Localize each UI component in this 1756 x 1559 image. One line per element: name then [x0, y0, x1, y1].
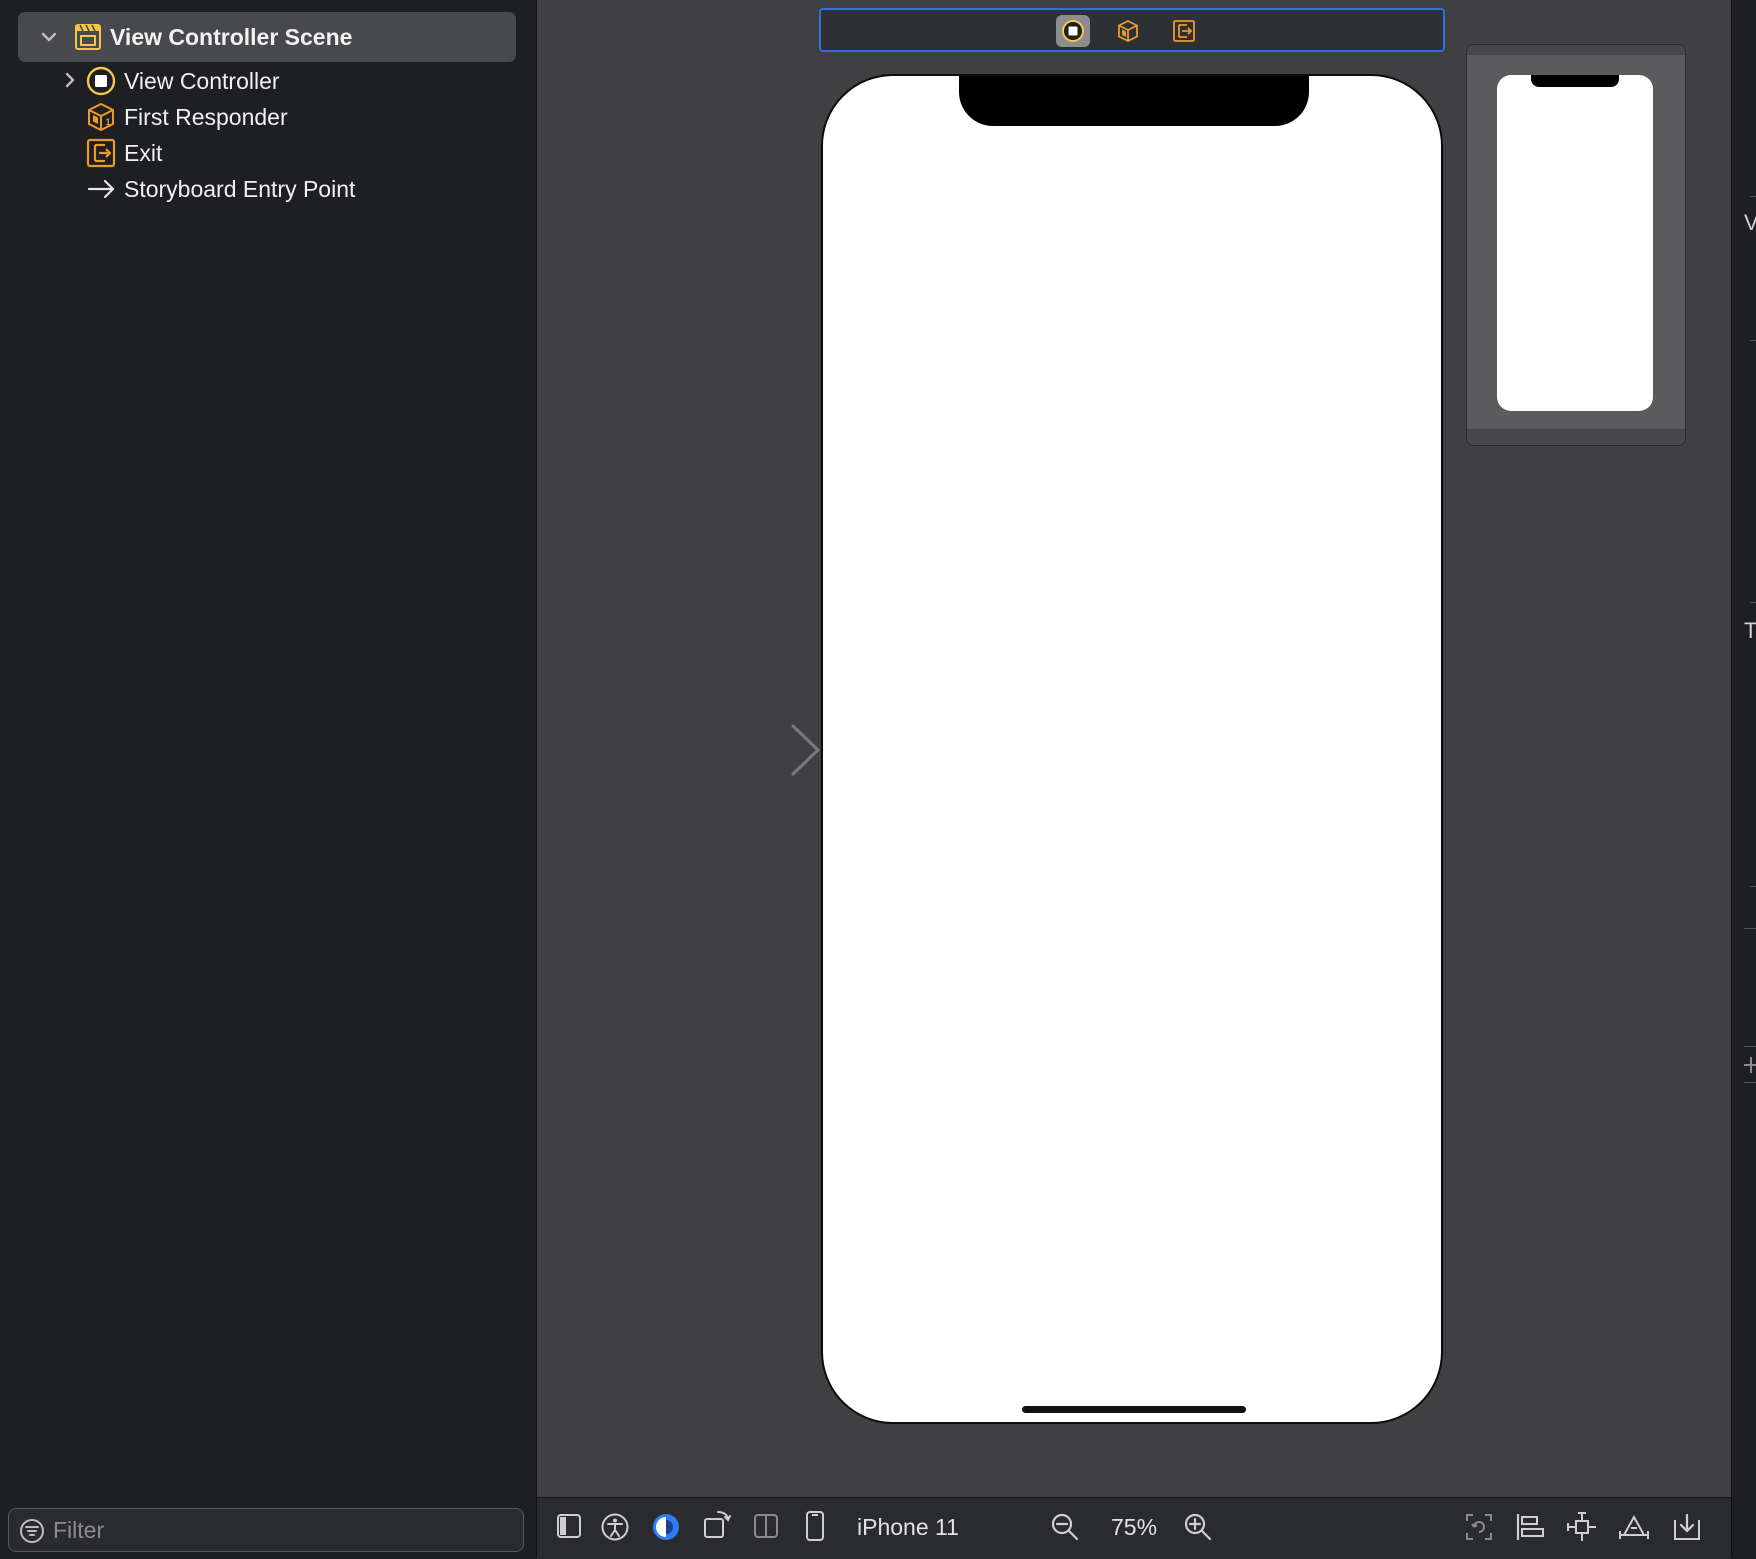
outline-filter[interactable]	[8, 1508, 524, 1552]
inspector-partial-text: V	[1744, 210, 1756, 236]
align-icon[interactable]	[1515, 1512, 1545, 1542]
scene-dock	[819, 8, 1445, 52]
view-controller-canvas-device[interactable]	[821, 74, 1443, 1424]
toggle-outline-icon[interactable]	[555, 1512, 583, 1540]
outline-item-label: First Responder	[124, 104, 288, 130]
zoom-in-icon[interactable]	[1183, 1512, 1213, 1542]
filter-input[interactable]	[51, 1515, 515, 1545]
resolve-issues-icon[interactable]	[1618, 1512, 1650, 1542]
exit-icon	[1173, 20, 1195, 42]
chevron-down-icon[interactable]	[40, 28, 58, 46]
minimap-bottom-bar	[1467, 429, 1685, 445]
filter-icon	[20, 1519, 44, 1543]
device-notch	[959, 76, 1309, 126]
outline-item-label: Exit	[124, 140, 163, 166]
outline-item-label: View Controller	[124, 68, 280, 94]
split-view-icon[interactable]	[752, 1512, 780, 1540]
minimap-top-bar	[1467, 45, 1685, 55]
outline-item-label: Storyboard Entry Point	[124, 176, 356, 202]
view-controller-icon	[86, 66, 116, 96]
divider	[1744, 928, 1756, 929]
dock-exit-button[interactable]	[1167, 15, 1201, 47]
divider	[1744, 1082, 1756, 1083]
scene-row-view-controller-scene[interactable]: View Controller Scene	[18, 12, 516, 62]
add-constraints-icon[interactable]	[1566, 1512, 1598, 1542]
divider	[1750, 196, 1756, 197]
orientation-icon[interactable]	[702, 1508, 732, 1540]
outline-item-first-responder[interactable]: 1 First Responder	[0, 99, 536, 135]
inspector-partial-text: T	[1744, 618, 1756, 644]
update-frames-icon[interactable]	[1464, 1512, 1494, 1542]
storyboard-entry-arrow-icon[interactable]	[667, 718, 823, 782]
minimap-notch	[1531, 75, 1619, 87]
exit-icon	[86, 138, 116, 168]
home-indicator	[1022, 1406, 1246, 1413]
dock-first-responder-button[interactable]	[1111, 15, 1145, 47]
first-responder-icon	[1118, 19, 1138, 43]
scene-title: View Controller Scene	[110, 24, 353, 50]
device-selector[interactable]: iPhone 11	[857, 1514, 959, 1541]
outline-item-view-controller[interactable]: View Controller	[0, 63, 536, 99]
scene-icon	[75, 24, 101, 50]
divider	[1750, 602, 1756, 603]
outline-item-storyboard-entry-point[interactable]: Storyboard Entry Point	[0, 171, 536, 207]
document-outline-panel: View Controller Scene View Controller 1 …	[0, 0, 537, 1558]
dock-view-controller-button[interactable]	[1056, 15, 1090, 47]
divider	[1750, 340, 1756, 341]
entry-arrow-icon	[87, 179, 115, 199]
first-responder-icon: 1	[88, 102, 114, 132]
storyboard-canvas[interactable]	[537, 0, 1731, 1497]
zoom-level: 75%	[1111, 1514, 1158, 1540]
view-controller-icon	[1062, 20, 1084, 42]
zoom-out-icon[interactable]	[1050, 1512, 1080, 1542]
accessibility-icon[interactable]	[600, 1512, 630, 1542]
inspector-panel-edge: V T	[1731, 0, 1756, 1558]
canvas-minimap[interactable]	[1466, 44, 1686, 446]
canvas-bottom-toolbar: iPhone 11 75%	[537, 1497, 1731, 1559]
device-icon[interactable]	[805, 1510, 825, 1542]
divider	[1744, 1046, 1756, 1047]
divider	[1750, 886, 1756, 887]
add-icon[interactable]	[1744, 1054, 1756, 1076]
minimap-device	[1497, 75, 1653, 411]
svg-text:1: 1	[106, 117, 111, 127]
embed-in-icon[interactable]	[1672, 1512, 1702, 1542]
outline-item-exit[interactable]: Exit	[0, 135, 536, 171]
appearance-toggle-icon[interactable]	[651, 1512, 681, 1542]
chevron-right-icon[interactable]	[62, 71, 78, 89]
